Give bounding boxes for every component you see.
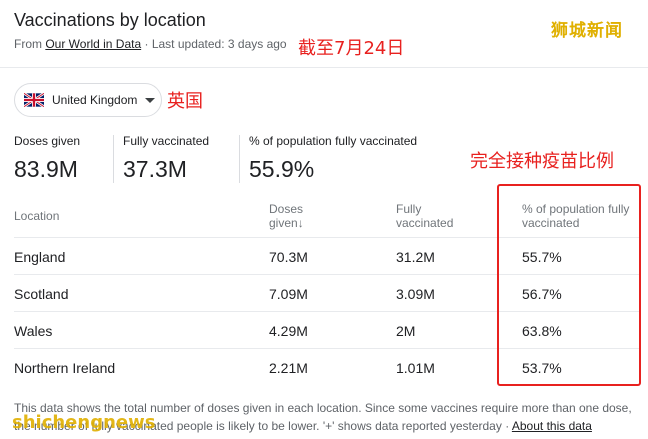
cell-location[interactable]: Wales bbox=[14, 323, 52, 339]
cell-fully: 1.01M bbox=[396, 360, 435, 376]
stat-label: Fully vaccinated bbox=[123, 134, 210, 148]
cell-fully: 3.09M bbox=[396, 286, 435, 302]
watermark: shichengnews bbox=[12, 412, 156, 433]
header-doses-line2: given bbox=[269, 216, 298, 230]
footnote-separator: · bbox=[505, 419, 510, 433]
stat-label: % of population fully vaccinated bbox=[249, 134, 418, 148]
date-annotation: 截至7月24日 bbox=[298, 38, 405, 59]
last-updated: · Last updated: 3 days ago bbox=[144, 37, 287, 51]
stat-doses-given: Doses given 83.9M bbox=[14, 134, 80, 183]
pct-annotation: 完全接种疫苗比例 bbox=[470, 151, 614, 172]
cell-fully: 31.2M bbox=[396, 249, 435, 265]
uk-flag-icon bbox=[24, 93, 44, 107]
header-divider bbox=[0, 67, 648, 68]
header-doses-given[interactable]: Doses given↓ bbox=[269, 202, 304, 230]
header-fully-line1: Fully bbox=[396, 202, 422, 216]
cell-doses: 7.09M bbox=[269, 286, 308, 302]
location-select[interactable]: United Kingdom bbox=[14, 83, 162, 117]
source-prefix: From bbox=[14, 37, 42, 51]
about-data-link[interactable]: About this data bbox=[512, 419, 592, 433]
stat-divider bbox=[113, 135, 114, 183]
cell-doses: 70.3M bbox=[269, 249, 308, 265]
cell-location[interactable]: England bbox=[14, 249, 65, 265]
uk-annotation: 英国 bbox=[167, 91, 203, 112]
cell-doses: 2.21M bbox=[269, 360, 308, 376]
stat-divider bbox=[239, 135, 240, 183]
stat-fully-vaccinated: Fully vaccinated 37.3M bbox=[123, 134, 209, 183]
chevron-down-icon bbox=[145, 97, 156, 103]
highlight-box bbox=[497, 184, 641, 386]
stat-pct-fully-vaccinated: % of population fully vaccinated 55.9% bbox=[249, 134, 417, 183]
stat-label: Doses given bbox=[14, 134, 81, 148]
source-line: From Our World in Data · Last updated: 3… bbox=[14, 37, 287, 51]
stat-value: 55.9% bbox=[249, 156, 315, 182]
stat-value: 83.9M bbox=[14, 156, 78, 182]
brand-overlay: 狮城新闻 bbox=[551, 21, 623, 41]
header-fully-vaccinated[interactable]: Fully vaccinated bbox=[396, 202, 453, 230]
header-location[interactable]: Location bbox=[14, 209, 59, 223]
location-select-value: United Kingdom bbox=[52, 93, 138, 107]
header-fully-line2: vaccinated bbox=[396, 216, 454, 230]
source-link[interactable]: Our World in Data bbox=[45, 37, 141, 51]
stat-value: 37.3M bbox=[123, 156, 187, 182]
cell-location[interactable]: Northern Ireland bbox=[14, 360, 115, 376]
header-doses-line1: Doses bbox=[269, 202, 304, 216]
cell-doses: 4.29M bbox=[269, 323, 308, 339]
cell-location[interactable]: Scotland bbox=[14, 286, 68, 302]
sort-arrow-down-icon: ↓ bbox=[297, 216, 304, 230]
cell-fully: 2M bbox=[396, 323, 416, 339]
page-title: Vaccinations by location bbox=[14, 10, 206, 30]
